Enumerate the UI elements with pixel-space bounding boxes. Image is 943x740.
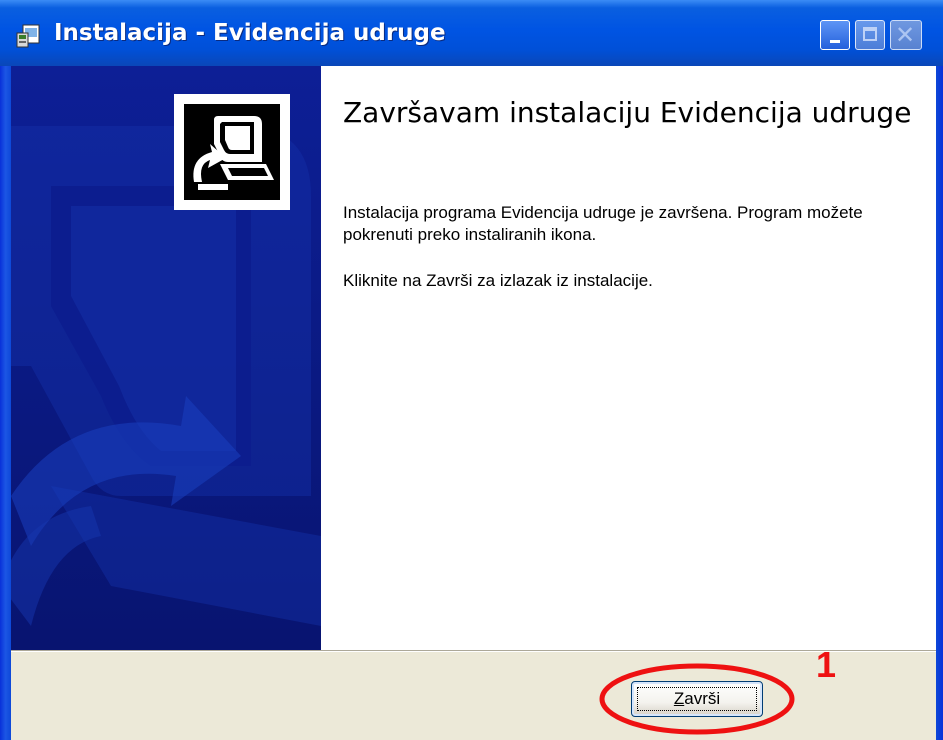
window-title: Instalacija - Evidencija udruge (54, 20, 446, 46)
minimize-icon (830, 40, 840, 43)
annotation-number: 1 (816, 644, 837, 685)
completion-message: Instalacija programa Evidencija udruge j… (343, 203, 863, 244)
window-frame-right (936, 66, 943, 740)
maximize-button[interactable] (855, 20, 885, 50)
title-bar[interactable]: Instalacija - Evidencija udruge ✕ (0, 0, 943, 66)
wizard-button-panel (11, 652, 936, 740)
close-icon: ✕ (895, 21, 916, 49)
wizard-content: Završavam instalaciju Evidencija udruge … (321, 66, 936, 650)
minimize-button[interactable] (820, 20, 850, 50)
close-button[interactable]: ✕ (890, 20, 922, 50)
computer-install-icon (193, 116, 274, 190)
installer-window: Instalacija - Evidencija udruge ✕ Završa… (0, 0, 943, 740)
annotation-ellipse (599, 663, 795, 735)
window-frame-left (0, 66, 11, 740)
wizard-heading: Završavam instalaciju Evidencija udruge (343, 96, 912, 129)
finish-instruction: Kliknite na Završi za izlazak iz instala… (343, 271, 653, 290)
installer-app-icon (16, 24, 40, 48)
setup-icon (174, 94, 290, 210)
maximize-icon (863, 27, 877, 41)
setup-icon-background (184, 104, 280, 200)
